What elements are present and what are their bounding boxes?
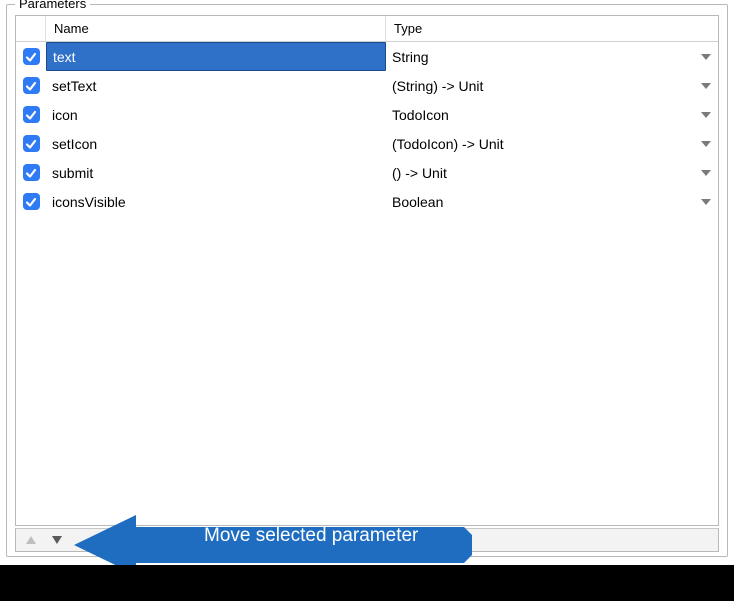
row-type-text: (String) -> Unit [392,78,483,94]
row-checkbox-cell [16,48,46,65]
chevron-down-icon[interactable] [700,169,712,177]
row-checkbox[interactable] [23,164,40,181]
row-type-text: (TodoIcon) -> Unit [392,136,504,152]
table-row[interactable]: setText (String) -> Unit [16,71,718,100]
row-type-text: TodoIcon [392,107,449,123]
row-name-cell[interactable]: icon [46,100,386,129]
reorder-toolbar [15,528,719,552]
row-name-cell[interactable]: text [46,42,386,71]
row-checkbox[interactable] [23,48,40,65]
row-type-cell[interactable]: String [386,42,718,71]
row-type-text: Boolean [392,194,443,210]
parameters-panel: Parameters Name Type textStringsetText(S… [6,4,728,557]
table-row[interactable]: setIcon (TodoIcon) -> Unit [16,129,718,158]
row-type-cell[interactable]: (String) -> Unit [386,71,718,100]
chevron-down-icon[interactable] [700,82,712,90]
row-checkbox-cell [16,135,46,152]
bottom-strip [0,565,734,601]
chevron-down-icon[interactable] [700,111,712,119]
move-down-button[interactable] [48,531,66,549]
col-header-check [16,16,46,41]
row-name-cell[interactable]: setIcon [46,129,386,158]
row-checkbox-cell [16,106,46,123]
row-checkbox-cell [16,77,46,94]
row-type-text: String [392,49,429,65]
panel-title: Parameters [15,0,90,11]
table-body: text String setText (String) -> Unit icon Tod… [16,42,718,216]
chevron-down-icon[interactable] [700,53,712,61]
row-checkbox[interactable] [23,77,40,94]
row-checkbox[interactable] [23,135,40,152]
row-checkbox-cell [16,164,46,181]
row-type-text: () -> Unit [392,165,447,181]
row-name-cell[interactable]: setText [46,71,386,100]
table-row[interactable]: text String [16,42,718,71]
col-header-type: Type [386,16,718,41]
row-name-cell[interactable]: iconsVisible [46,187,386,216]
row-type-cell[interactable]: (TodoIcon) -> Unit [386,129,718,158]
table-row[interactable]: iconsVisible Boolean [16,187,718,216]
row-checkbox[interactable] [23,106,40,123]
row-type-cell[interactable]: Boolean [386,187,718,216]
table-header: Name Type [16,16,718,42]
row-name-cell[interactable]: submit [46,158,386,187]
row-checkbox[interactable] [23,193,40,210]
table-row[interactable]: submit () -> Unit [16,158,718,187]
row-checkbox-cell [16,193,46,210]
chevron-down-icon[interactable] [700,198,712,206]
row-type-cell[interactable]: () -> Unit [386,158,718,187]
parameters-table: Name Type text String setText (String) -> U… [15,15,719,526]
move-up-button[interactable] [22,531,40,549]
chevron-down-icon[interactable] [700,140,712,148]
col-header-name: Name [46,16,386,41]
row-type-cell[interactable]: TodoIcon [386,100,718,129]
table-row[interactable]: icon TodoIcon [16,100,718,129]
